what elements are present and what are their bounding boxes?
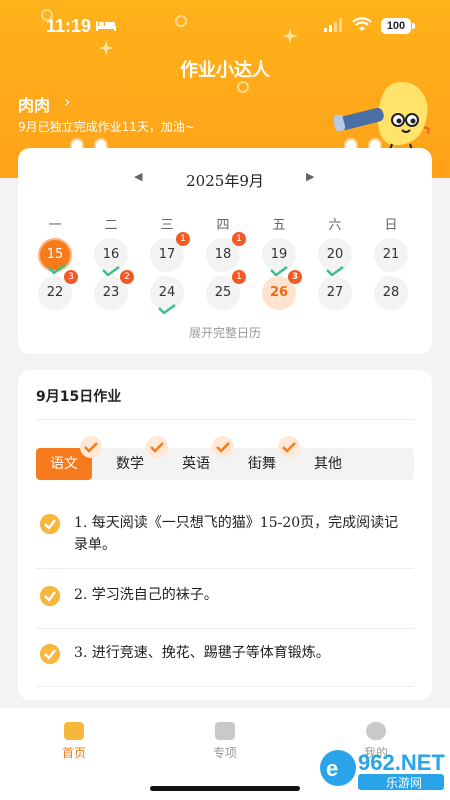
calendar-day[interactable]: 16 bbox=[94, 238, 128, 276]
checkmark-icon bbox=[48, 264, 66, 274]
circle-decoration-icon bbox=[175, 15, 187, 27]
signal-icon bbox=[324, 18, 342, 32]
tab-label: 专项 bbox=[212, 746, 237, 760]
pending-count-badge: 3 bbox=[64, 270, 78, 284]
divider bbox=[36, 686, 414, 687]
weekday-label: 二 bbox=[104, 218, 118, 233]
pending-count-badge: 1 bbox=[232, 270, 246, 284]
user-name: 肉肉 bbox=[18, 96, 51, 115]
homework-title: 9月15日作业 bbox=[36, 389, 122, 405]
calendar-day-number: 22 bbox=[46, 285, 64, 300]
svg-text:e: e bbox=[326, 756, 338, 781]
chevron-right-icon: › bbox=[64, 92, 71, 111]
divider bbox=[36, 628, 414, 629]
subject-tab[interactable]: 其他 bbox=[300, 448, 356, 480]
book-icon bbox=[215, 722, 235, 740]
calendar-day[interactable]: 24 bbox=[150, 276, 184, 314]
subject-done-check-icon bbox=[278, 436, 300, 458]
calendar-month-label: 2025年9月 bbox=[186, 172, 264, 190]
calendar-day-number: 16 bbox=[102, 247, 120, 262]
calendar-day-number: 18 bbox=[214, 247, 232, 262]
home-icon bbox=[64, 722, 84, 740]
next-month-button[interactable]: ▶ bbox=[306, 170, 314, 183]
battery-indicator: 100 bbox=[381, 18, 415, 34]
subject-done-check-icon bbox=[80, 436, 102, 458]
checkmark-icon bbox=[326, 266, 344, 276]
weekday-label: 六 bbox=[328, 218, 342, 233]
homework-card: 9月15日作业 语文 数学 英语 街舞 其他 1. 每天阅读《一只想飞的猫》15-20页… bbox=[18, 370, 432, 700]
divider bbox=[36, 419, 414, 420]
pending-count-badge: 1 bbox=[176, 232, 190, 246]
calendar-day[interactable]: 21 bbox=[374, 238, 408, 272]
weekday-label: 四 bbox=[216, 218, 230, 233]
watermark-logo: e 962.NET 乐游网 bbox=[320, 750, 445, 790]
calendar-day[interactable]: 20 bbox=[318, 238, 352, 276]
task-complete-check-icon[interactable] bbox=[40, 644, 60, 664]
calendar-day[interactable]: 23 2 bbox=[94, 270, 134, 310]
checkmark-icon bbox=[158, 304, 176, 314]
calendar-day[interactable]: 19 bbox=[262, 238, 296, 276]
calendar-day-number: 19 bbox=[270, 247, 288, 262]
weekday-label: 三 bbox=[160, 218, 174, 233]
calendar-card: ◀ 2025年9月 ▶ 一二三四五六日 15 16 17 1 18 1 19 20 21 22 3… bbox=[18, 148, 432, 354]
circle-decoration-icon bbox=[237, 81, 249, 93]
calendar-day-number: 17 bbox=[158, 247, 176, 262]
calendar-day-number: 15 bbox=[46, 247, 64, 262]
pending-count-badge: 2 bbox=[120, 270, 134, 284]
pending-count-badge: 1 bbox=[232, 232, 246, 246]
star-decoration-icon bbox=[98, 40, 114, 56]
subject-done-check-icon bbox=[146, 436, 168, 458]
svg-text:乐游网: 乐游网 bbox=[386, 776, 422, 790]
calendar-day-number: 25 bbox=[214, 285, 232, 300]
weekday-label: 一 bbox=[48, 218, 62, 233]
calendar-day[interactable]: 27 bbox=[318, 276, 352, 310]
calendar-day-number: 24 bbox=[158, 285, 176, 300]
calendar-day[interactable]: 22 3 bbox=[38, 270, 78, 310]
calendar-day-number: 26 bbox=[269, 285, 289, 300]
task-text: 3. 进行竞速、挽花、踢毽子等体育锻炼。 bbox=[74, 645, 330, 661]
calendar-day-number: 28 bbox=[382, 285, 400, 300]
subject-tabs: 语文 数学 英语 街舞 其他 bbox=[36, 436, 414, 480]
checkmark-icon bbox=[102, 266, 120, 276]
svg-text:962.NET: 962.NET bbox=[358, 750, 445, 775]
home-indicator bbox=[150, 786, 300, 791]
task-complete-check-icon[interactable] bbox=[40, 586, 60, 606]
calendar-day[interactable]: 15 bbox=[38, 238, 72, 274]
profile-icon bbox=[366, 722, 386, 740]
calendar-day-number: 21 bbox=[382, 247, 400, 262]
wifi-icon bbox=[352, 17, 372, 31]
weekday-label: 日 bbox=[384, 218, 398, 233]
calendar-day-number: 23 bbox=[102, 285, 120, 300]
weekday-label: 五 bbox=[272, 218, 286, 233]
pending-count-badge: 3 bbox=[288, 270, 302, 284]
status-bar: 11:19 100 bbox=[0, 0, 450, 52]
star-decoration-icon bbox=[282, 28, 298, 44]
calendar-day-number: 20 bbox=[326, 247, 344, 262]
subject-done-check-icon bbox=[212, 436, 234, 458]
progress-message: 9月已独立完成作业11天，加油~ bbox=[18, 120, 195, 134]
checkmark-icon bbox=[270, 266, 288, 276]
calendar-day[interactable]: 17 1 bbox=[150, 232, 190, 272]
divider bbox=[36, 568, 414, 569]
task-complete-check-icon[interactable] bbox=[40, 514, 60, 534]
calendar-day[interactable]: 26 3 bbox=[262, 270, 302, 310]
tab-label: 首页 bbox=[61, 746, 86, 760]
app-title: 作业小达人 bbox=[180, 60, 270, 81]
calendar-day-number: 27 bbox=[326, 285, 344, 300]
task-text: 2. 学习洗自己的袜子。 bbox=[74, 587, 218, 603]
bed-icon bbox=[96, 21, 116, 31]
circle-decoration-icon bbox=[41, 9, 53, 21]
calendar-day[interactable]: 18 1 bbox=[206, 232, 246, 272]
calendar-day[interactable]: 28 bbox=[374, 276, 408, 310]
expand-calendar-link[interactable]: 展开完整日历 bbox=[18, 324, 432, 341]
task-text: 1. 每天阅读《一只想飞的猫》15-20页，完成阅读记录单。 bbox=[74, 515, 399, 553]
calendar-day[interactable]: 25 1 bbox=[206, 270, 246, 310]
